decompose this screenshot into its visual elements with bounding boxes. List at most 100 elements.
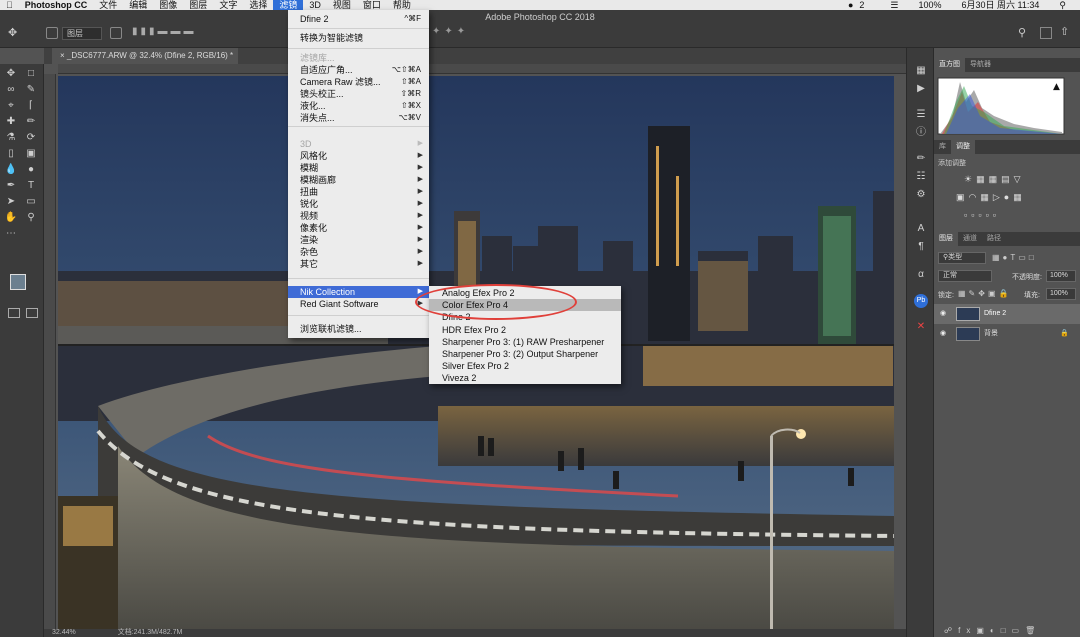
filter-menu-item[interactable]: Camera Raw 滤镜... ⇧⌘A: [288, 76, 429, 88]
layer-row[interactable]: ◉ 背景 🔒: [934, 324, 1080, 344]
vertical-ruler[interactable]: [44, 74, 56, 629]
menu-file[interactable]: 文件: [93, 0, 123, 10]
lock-icons[interactable]: ▦✎✥▣🔒: [958, 289, 1011, 298]
menu-help[interactable]: 帮助: [387, 0, 417, 10]
filter-menu-item[interactable]: Nik Collection ▶: [288, 286, 429, 298]
layer-footer-icons[interactable]: ☍fx▣◐□▭🗑: [944, 626, 1041, 635]
app-menu[interactable]: Photoshop CC: [19, 0, 94, 10]
filter-menu-item[interactable]: 杂色 ▶: [288, 246, 429, 258]
transform-controls-checkbox[interactable]: [110, 27, 122, 39]
crop-tool-icon[interactable]: ⌖: [4, 100, 18, 112]
tab-paths[interactable]: 路径: [982, 232, 1006, 246]
eraser-tool-icon[interactable]: ▯: [4, 148, 18, 160]
filter-menu-item[interactable]: 模糊 ▶: [288, 162, 429, 174]
tab-layers[interactable]: 图层: [934, 232, 958, 246]
zoom-level[interactable]: 32.44%: [52, 629, 76, 636]
share-icon[interactable]: ⇧: [1060, 25, 1074, 39]
move-tool-icon[interactable]: ✥: [8, 26, 36, 40]
eye-icon[interactable]: ◉: [940, 304, 946, 324]
adjustment-icons-row2[interactable]: ▣◠▦▷●▦: [956, 192, 1026, 203]
blend-mode-select[interactable]: 正常: [938, 270, 992, 282]
layer-filter-icons[interactable]: ▦●T▭□: [992, 253, 1037, 262]
filter-menu-item[interactable]: Red Giant Software ▶: [288, 298, 429, 310]
layer-row[interactable]: ◉ Dfine 2: [934, 304, 1080, 324]
menu-select[interactable]: 选择: [243, 0, 273, 10]
apple-icon[interactable]: : [0, 0, 19, 10]
nik-submenu-item[interactable]: Viveza 2: [429, 372, 621, 384]
eye-icon[interactable]: ◉: [940, 324, 946, 344]
foreground-color-swatch[interactable]: [10, 274, 26, 290]
adjustment-icons-row3[interactable]: ▫▫▫▫▫: [964, 210, 1000, 220]
tab-adjustments[interactable]: 调整: [951, 140, 975, 154]
tab-navigator[interactable]: 导航器: [965, 58, 996, 72]
filter-menu-item[interactable]: 消失点... ⌥⌘V: [288, 112, 429, 124]
adjustment-icons-row1[interactable]: ☀▦▦▤▽: [964, 174, 1025, 185]
menu-image[interactable]: 图像: [153, 0, 183, 10]
layer-select-dropdown[interactable]: 图层: [62, 27, 102, 40]
character-icon[interactable]: A: [914, 222, 928, 236]
marquee-tool-icon[interactable]: □: [24, 68, 38, 80]
filter-menu-item[interactable]: 模糊画廊 ▶: [288, 174, 429, 186]
filter-menu-item[interactable]: 液化... ⇧⌘X: [288, 100, 429, 112]
hand-tool-icon[interactable]: ✋: [4, 212, 18, 224]
shape-tool-icon[interactable]: ▭: [24, 196, 38, 208]
brush-settings-icon[interactable]: ✏: [914, 152, 928, 166]
type-tool-icon[interactable]: T: [24, 180, 38, 192]
zoom-tool-icon[interactable]: ⚲: [24, 212, 38, 224]
dodge-tool-icon[interactable]: ●: [24, 164, 38, 176]
nik-submenu-item[interactable]: Sharpener Pro 3: (1) RAW Presharpener: [429, 336, 621, 348]
gradient-tool-icon[interactable]: ▣: [24, 148, 38, 160]
play-icon[interactable]: ▶: [914, 82, 928, 96]
filter-menu-item[interactable]: 浏览联机滤镜...: [288, 323, 429, 335]
workspace-icon[interactable]: [1040, 27, 1052, 39]
user-icon[interactable]: ● 2: [842, 0, 876, 10]
move-tool-icon[interactable]: ✥: [4, 68, 18, 80]
screen-mode-icon[interactable]: [26, 308, 38, 318]
filter-menu-item[interactable]: 转换为智能滤镜: [288, 32, 429, 44]
filter-menu-item[interactable]: 像素化 ▶: [288, 222, 429, 234]
filter-menu-item[interactable]: 视频 ▶: [288, 210, 429, 222]
filter-menu-item[interactable]: 锐化 ▶: [288, 198, 429, 210]
search-icon[interactable]: ⚲: [1053, 0, 1072, 10]
clone-stamp-tool-icon[interactable]: ⚗: [4, 132, 18, 144]
3d-mode-icons[interactable]: ✦✦✦: [432, 26, 512, 40]
menu-filter[interactable]: 滤镜: [273, 0, 304, 10]
lasso-tool-icon[interactable]: ∞: [4, 84, 18, 96]
nik-submenu-item[interactable]: Sharpener Pro 3: (2) Output Sharpener: [429, 348, 621, 360]
filter-menu-item[interactable]: 扭曲 ▶: [288, 186, 429, 198]
adjust-sliders-icon[interactable]: ☷: [914, 170, 928, 184]
paragraph-icon[interactable]: ¶: [914, 240, 928, 254]
quick-select-tool-icon[interactable]: ✎: [24, 84, 38, 96]
filter-menu-item[interactable]: Dfine 2 ^⌘F: [288, 13, 429, 25]
menu-window[interactable]: 窗口: [357, 0, 387, 10]
nik-submenu-item[interactable]: HDR Efex Pro 2: [429, 324, 621, 336]
clock[interactable]: 6月30日 周六 11:34: [956, 0, 1046, 10]
filter-menu-item[interactable]: 风格化 ▶: [288, 150, 429, 162]
history-icon[interactable]: ▦: [914, 64, 928, 78]
document-tab[interactable]: × _DSC6777.ARW @ 32.4% (Dfine 2, RGB/16)…: [52, 48, 238, 64]
battery-percent[interactable]: 100%: [913, 0, 948, 10]
blur-tool-icon[interactable]: 💧: [4, 164, 18, 176]
brush-tool-icon[interactable]: ✏: [24, 116, 38, 128]
auto-select-checkbox[interactable]: [46, 27, 58, 39]
menu-edit[interactable]: 编辑: [123, 0, 153, 10]
filter-menu-item[interactable]: 自适应广角... ⌥⇧⌘A: [288, 64, 429, 76]
layer-kind-filter[interactable]: ⚲类型: [938, 252, 986, 264]
menu-3d[interactable]: 3D: [303, 0, 327, 10]
history-brush-tool-icon[interactable]: ⟳: [24, 132, 38, 144]
quick-mask-icon[interactable]: [8, 308, 20, 318]
path-select-tool-icon[interactable]: ➤: [4, 196, 18, 208]
horizontal-ruler[interactable]: [58, 64, 906, 74]
tab-channels[interactable]: 通道: [958, 232, 982, 246]
properties-icon[interactable]: ☰: [914, 108, 928, 122]
opacity-field[interactable]: 100%: [1046, 270, 1076, 282]
glyph-icon[interactable]: α: [914, 268, 928, 282]
pen-tool-icon[interactable]: ✒: [4, 180, 18, 192]
close-icon[interactable]: ×: [60, 51, 67, 60]
menu-type[interactable]: 文字: [213, 0, 243, 10]
wifi-icon[interactable]: ☰: [884, 0, 904, 10]
nik-submenu-item[interactable]: Silver Efex Pro 2: [429, 360, 621, 372]
more-tools-icon[interactable]: ⋯: [4, 228, 18, 240]
search-icon[interactable]: ⚲: [1018, 26, 1032, 40]
tab-histogram[interactable]: 直方图: [934, 58, 965, 72]
